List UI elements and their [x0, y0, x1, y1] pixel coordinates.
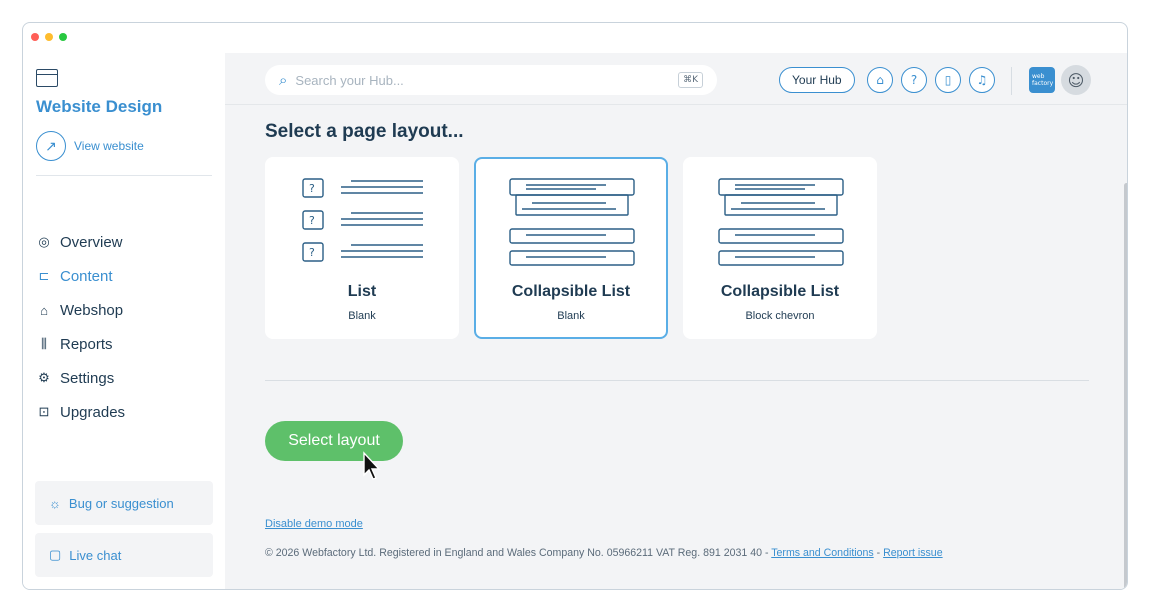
gear-icon: ⚙	[38, 370, 50, 385]
sidebar-item-label: Upgrades	[60, 403, 126, 421]
compass-icon: ◎	[38, 234, 50, 249]
help-icon[interactable]: ?	[901, 67, 927, 93]
layout-card-list[interactable]: ? ? ? List Blank	[265, 157, 459, 339]
footer-text: © 2026 Webfactory Ltd. Registered in Eng…	[265, 547, 772, 559]
sidebar-item-label: Reports	[60, 335, 113, 353]
webfactory-logo[interactable]: web factory	[1029, 67, 1055, 93]
report-issue-link[interactable]: Report issue	[883, 547, 942, 559]
collapsible-list-illustration	[718, 178, 844, 266]
bug-report-label: Bug or suggestion	[68, 495, 174, 511]
collapsible-list-illustration	[509, 178, 635, 266]
sidebar-item-settings[interactable]: ⚙ Settings	[36, 361, 125, 395]
shop-icon[interactable]: ⌂	[867, 67, 893, 93]
chart-icon: ⫼	[41, 336, 47, 351]
search-bar: ⌕ ⌘K	[265, 65, 717, 95]
close-window-button[interactable]	[31, 33, 39, 41]
top-bar: ⌕ ⌘K Your Hub ⌂ ? ▯ ♫ web factory ☺	[225, 53, 1127, 105]
external-link-icon: ↗	[36, 131, 66, 161]
bookmark-icon[interactable]: ▯	[935, 67, 961, 93]
svg-text:?: ?	[309, 246, 315, 259]
window-controls	[31, 33, 67, 41]
sidebar-item-reports[interactable]: ⫼ Reports	[36, 327, 125, 361]
terms-link[interactable]: Terms and Conditions	[771, 547, 873, 559]
chat-icon: ▢	[49, 547, 62, 562]
scrollbar[interactable]	[1124, 183, 1127, 589]
view-website-link[interactable]: ↗ View website	[36, 131, 144, 161]
footer: © 2026 Webfactory Ltd. Registered in Eng…	[265, 547, 943, 559]
page-title: Select a page layout...	[265, 121, 464, 142]
layout-card-title: Collapsible List	[511, 283, 631, 300]
sidebar-item-upgrades[interactable]: ⊡ Upgrades	[36, 395, 126, 429]
sidebar-item-webshop[interactable]: ⌂ Webshop	[36, 293, 125, 327]
bug-report-button[interactable]: ☼ Bug or suggestion	[35, 481, 213, 525]
your-hub-button[interactable]: Your Hub	[779, 67, 855, 93]
view-website-label: View website	[74, 139, 144, 153]
search-shortcut-badge: ⌘K	[678, 72, 703, 88]
sidebar-nav: ◎ Overview ⊏ Content ⌂ Webshop ⫼ Reports…	[36, 225, 125, 429]
layout-card-subtitle: Block chevron	[745, 310, 815, 322]
sidebar-item-label: Overview	[60, 233, 123, 251]
sidebar-item-label: Webshop	[60, 301, 124, 319]
sidebar-divider	[36, 175, 212, 176]
select-layout-button[interactable]: Select layout	[265, 421, 403, 461]
minimize-window-button[interactable]	[45, 33, 53, 41]
svg-text:?: ?	[309, 182, 315, 195]
sidebar-item-overview[interactable]: ◎ Overview	[36, 225, 125, 259]
bell-icon[interactable]: ♫	[969, 67, 995, 93]
site-title: Website Design	[36, 97, 163, 116]
disable-demo-mode-link[interactable]: Disable demo mode	[265, 518, 363, 530]
maximize-window-button[interactable]	[59, 33, 67, 41]
layout-card-collapsible-chevron[interactable]: Collapsible List Block chevron	[683, 157, 877, 339]
layout-card-title: Collapsible List	[720, 283, 840, 300]
basket-icon: ⌂	[40, 302, 48, 318]
layout-card-subtitle: Blank	[557, 310, 585, 322]
browser-window-icon	[36, 69, 58, 87]
app-window: Website Design ↗ View website ◎ Overview…	[22, 22, 1128, 590]
layout-card-title: List	[347, 283, 377, 300]
sidebar-item-content[interactable]: ⊏ Content	[36, 259, 125, 293]
main-area: ⌕ ⌘K Your Hub ⌂ ? ▯ ♫ web factory ☺ Sele…	[225, 53, 1127, 589]
footer-separator: -	[873, 547, 884, 559]
layout-card-subtitle: Blank	[348, 310, 376, 322]
bug-icon: ☼	[49, 495, 61, 511]
upgrade-icon: ⊡	[38, 404, 50, 419]
svg-text:?: ?	[309, 214, 315, 227]
live-chat-label: Live chat	[69, 547, 122, 563]
search-input[interactable]	[295, 72, 656, 88]
header-divider	[1011, 67, 1012, 95]
sitemap-icon: ⊏	[38, 268, 50, 283]
sidebar: Website Design ↗ View website ◎ Overview…	[23, 53, 225, 589]
layout-card-collapsible-blank[interactable]: Collapsible List Blank	[474, 157, 668, 339]
sidebar-item-label: Content	[60, 267, 113, 285]
mouse-cursor-icon	[363, 451, 381, 480]
avatar[interactable]: ☺	[1061, 65, 1091, 95]
sidebar-item-label: Settings	[60, 369, 115, 387]
section-divider	[265, 380, 1089, 381]
list-layout-illustration: ? ? ?	[302, 178, 423, 262]
search-icon: ⌕	[279, 71, 288, 89]
live-chat-button[interactable]: ▢ Live chat	[35, 533, 213, 577]
